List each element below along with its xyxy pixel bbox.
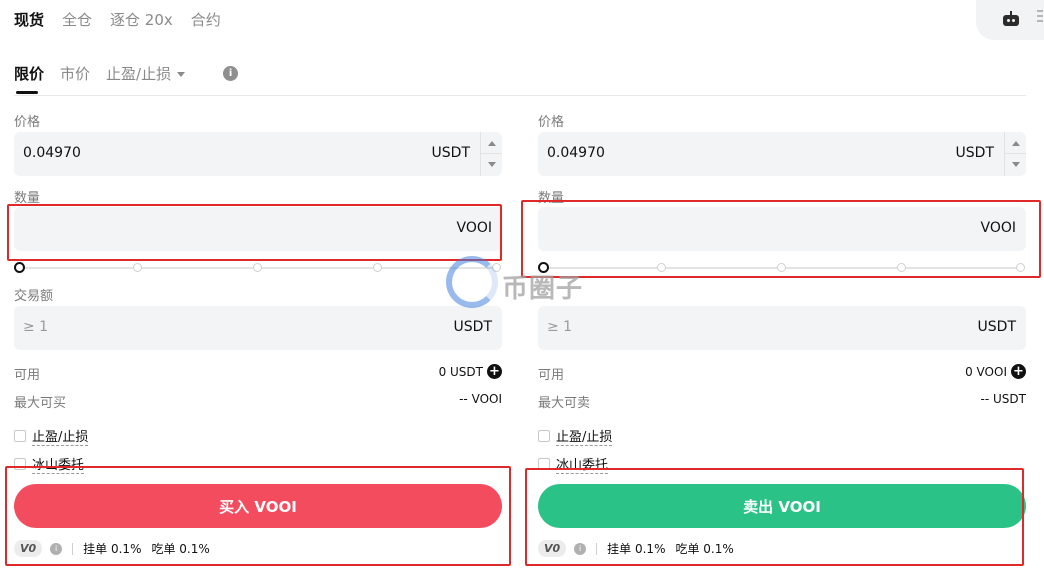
deposit-plus-icon[interactable]: + [1011, 364, 1026, 379]
buy-qty-input[interactable]: VOOI [14, 207, 502, 251]
price-label: 价格 [14, 115, 41, 130]
price-stepper[interactable] [1004, 132, 1026, 176]
price-unit: USDT [431, 145, 470, 161]
amount-placeholder: ≥ 1 [23, 319, 49, 335]
price-value: 0.04970 [547, 145, 605, 161]
taker-fee: 吃单 0.1% [151, 542, 210, 556]
sell-price-input[interactable]: 0.04970 USDT [538, 132, 1026, 176]
price-label: 价格 [538, 115, 565, 130]
menu-icon[interactable] [1037, 10, 1043, 25]
slider-stop-100[interactable] [492, 263, 501, 272]
qty-label: 数量 [538, 191, 565, 206]
iceberg-checkbox-label: 冰山委托 [32, 454, 85, 474]
amount-label: 交易额 [14, 289, 54, 304]
tpsl-checkbox[interactable]: 止盈/止损 [538, 426, 613, 446]
checkbox-icon[interactable] [538, 430, 550, 442]
arrow-down-icon[interactable] [1012, 162, 1020, 167]
iceberg-checkbox-label: 冰山委托 [556, 454, 609, 474]
amount-unit: USDT [977, 319, 1016, 335]
slider-stop-100[interactable] [1016, 263, 1025, 272]
fee-info-icon[interactable]: i [574, 542, 587, 555]
arrow-up-icon[interactable] [1012, 141, 1020, 146]
arrow-down-icon[interactable] [488, 162, 496, 167]
available-value: 0 VOOI [965, 364, 1007, 379]
iceberg-checkbox[interactable]: 冰山委托 [14, 454, 85, 474]
slider-stop-25[interactable] [133, 263, 142, 272]
max-buy-value: -- VOOI [459, 392, 502, 406]
buy-amount-input[interactable]: ≥ 1 USDT [14, 306, 502, 350]
tpsl-checkbox-label: 止盈/止损 [32, 426, 89, 446]
maker-fee: 挂单 0.1% [83, 542, 142, 556]
amount-placeholder: ≥ 1 [547, 319, 573, 335]
price-value: 0.04970 [23, 145, 81, 161]
sell-button[interactable]: 卖出 VOOI [538, 484, 1026, 528]
iceberg-checkbox[interactable]: 冰山委托 [538, 454, 609, 474]
fee-info: V0 i 挂单 0.1% 吃单 0.1% [538, 540, 744, 557]
checkbox-icon[interactable] [538, 458, 550, 470]
buy-panel: 价格 0.04970 USDT 数量 VOOI 交易额 ≥ 1 USDT 可用 … [14, 0, 502, 570]
available-label: 可用 [538, 368, 565, 383]
available-label: 可用 [14, 368, 41, 383]
maker-fee: 挂单 0.1% [607, 542, 666, 556]
max-sell-value: -- USDT [980, 392, 1026, 406]
slider-stop-75[interactable] [897, 263, 906, 272]
slider-handle[interactable] [538, 262, 549, 273]
vip-level-badge: V0 [14, 540, 43, 557]
sell-amount-slider[interactable] [538, 262, 1026, 274]
slider-stop-50[interactable] [777, 263, 786, 272]
slider-stop-50[interactable] [253, 263, 262, 272]
qty-unit: VOOI [456, 220, 493, 236]
buy-price-input[interactable]: 0.04970 USDT [14, 132, 502, 176]
qty-unit: VOOI [980, 220, 1017, 236]
arrow-up-icon[interactable] [488, 141, 496, 146]
taker-fee: 吃单 0.1% [675, 542, 734, 556]
slider-stop-75[interactable] [373, 263, 382, 272]
price-stepper[interactable] [480, 132, 502, 176]
tpsl-checkbox[interactable]: 止盈/止损 [14, 426, 89, 446]
vip-level-badge: V0 [538, 540, 567, 557]
buy-amount-slider[interactable] [14, 262, 502, 274]
checkbox-icon[interactable] [14, 430, 26, 442]
sell-qty-input[interactable]: VOOI [538, 207, 1026, 251]
qty-label: 数量 [14, 191, 41, 206]
price-unit: USDT [955, 145, 994, 161]
buy-button[interactable]: 买入 VOOI [14, 484, 502, 528]
sell-panel: 价格 0.04970 USDT 数量 VOOI ≥ 1 USDT 可用 0 VO… [538, 0, 1026, 570]
deposit-plus-icon[interactable]: + [487, 364, 502, 379]
checkbox-icon[interactable] [14, 458, 26, 470]
sell-amount-input[interactable]: ≥ 1 USDT [538, 306, 1026, 350]
max-buy-label: 最大可买 [14, 396, 67, 411]
amount-unit: USDT [453, 319, 492, 335]
slider-stop-25[interactable] [657, 263, 666, 272]
available-value: 0 USDT [438, 364, 483, 379]
slider-handle[interactable] [14, 262, 25, 273]
tpsl-checkbox-label: 止盈/止损 [556, 426, 613, 446]
fee-info: V0 i 挂单 0.1% 吃单 0.1% [14, 540, 220, 557]
fee-info-icon[interactable]: i [50, 542, 63, 555]
max-sell-label: 最大可卖 [538, 396, 591, 411]
